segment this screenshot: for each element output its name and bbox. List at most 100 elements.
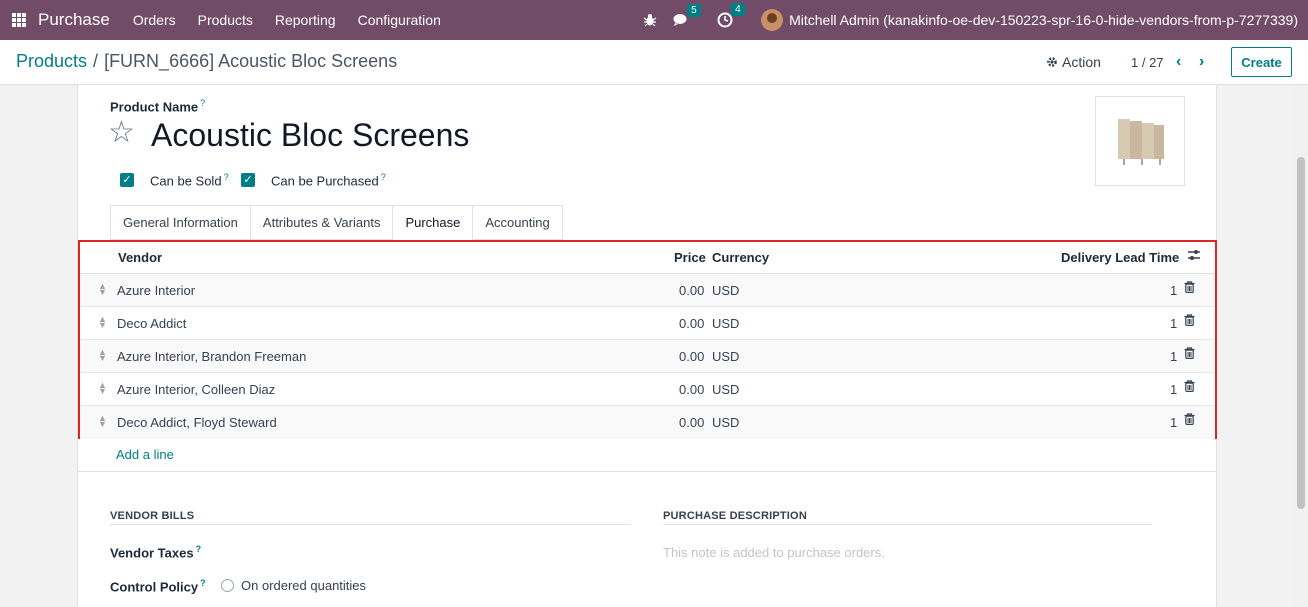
can-be-sold-label: Can be Sold? [150, 172, 229, 189]
control-policy-option-label: On ordered quantities [241, 578, 367, 593]
price-cell[interactable]: 0.00 [679, 316, 704, 331]
breadcrumb: Products / [FURN_6666] Acoustic Bloc Scree… [16, 51, 397, 72]
optional-columns-icon[interactable] [1187, 249, 1201, 264]
vendor-cell[interactable]: Azure Interior, Brandon Freeman [117, 349, 306, 364]
table-header: Vendor Price Currency Delivery Lead Time [80, 242, 1215, 274]
lead-time-cell[interactable]: 1 [1170, 382, 1177, 397]
vendor-bills-section-title: VENDOR BILLS [110, 510, 195, 522]
menu-configuration[interactable]: Configuration [358, 12, 441, 28]
menu-products[interactable]: Products [198, 12, 253, 28]
scrollbar-thumb[interactable] [1297, 157, 1305, 509]
pager-previous-icon[interactable]: ‹ [1176, 53, 1181, 71]
can-be-purchased-checkbox[interactable]: ✓ [241, 173, 255, 187]
avatar[interactable] [761, 9, 784, 31]
vendor-pricelist-table: Vendor Price Currency Delivery Lead Time… [78, 240, 1217, 439]
table-row[interactable]: ▲ ▼ Azure Interior 0.00 USD 1 [80, 274, 1215, 307]
table-row[interactable]: ▲ ▼ Deco Addict, Floyd Steward 0.00 USD 1 [80, 406, 1215, 439]
vendor-cell[interactable]: Deco Addict [117, 316, 186, 331]
breadcrumb-products-link[interactable]: Products [16, 51, 87, 71]
help-tooltip-icon[interactable]: ? [381, 172, 386, 182]
control-panel: Products / [FURN_6666] Acoustic Bloc Scree… [0, 40, 1308, 85]
apps-menu-icon[interactable] [12, 13, 26, 27]
trash-icon[interactable] [1184, 281, 1195, 296]
drag-handle-icon[interactable]: ▲ ▼ [98, 414, 107, 429]
tab-purchase[interactable]: Purchase [393, 205, 474, 240]
control-policy-radio-ordered[interactable] [221, 579, 234, 592]
drag-handle-icon[interactable]: ▲ ▼ [98, 315, 107, 330]
purchase-description-divider [663, 524, 1152, 525]
trash-icon[interactable] [1184, 314, 1195, 329]
product-name-field[interactable]: Acoustic Bloc Screens [151, 115, 469, 155]
pager-next-icon[interactable]: › [1199, 53, 1204, 71]
column-header-currency[interactable]: Currency [712, 250, 769, 265]
form-sheet: Product Name? ☆ Acoustic Bloc Screens ✓ … [77, 85, 1217, 607]
section-divider [78, 471, 1217, 472]
lead-time-cell[interactable]: 1 [1170, 283, 1177, 298]
table-row[interactable]: ▲ ▼ Deco Addict 0.00 USD 1 [80, 307, 1215, 340]
lead-time-cell[interactable]: 1 [1170, 349, 1177, 364]
notebook-tabs: General Information Attributes & Variant… [110, 205, 563, 240]
vendor-cell[interactable]: Azure Interior, Colleen Diaz [117, 382, 275, 397]
control-policy-label: Control Policy? [110, 578, 206, 595]
lead-time-cell[interactable]: 1 [1170, 415, 1177, 430]
trash-icon[interactable] [1184, 413, 1195, 428]
top-navbar: Purchase Orders Products Reporting Confi… [0, 0, 1308, 40]
activities-badge: 4 [731, 3, 745, 16]
price-cell[interactable]: 0.00 [679, 382, 704, 397]
breadcrumb-separator: / [93, 51, 99, 71]
currency-cell[interactable]: USD [712, 415, 739, 430]
currency-cell[interactable]: USD [712, 316, 739, 331]
app-name[interactable]: Purchase [38, 10, 110, 30]
column-header-price[interactable]: Price [674, 250, 706, 265]
help-tooltip-icon[interactable]: ? [200, 578, 206, 588]
page-scrollbar[interactable] [1294, 85, 1308, 607]
drag-handle-icon[interactable]: ▲ ▼ [98, 348, 107, 363]
action-label: Action [1062, 54, 1101, 70]
drag-handle-icon[interactable]: ▲ ▼ [98, 282, 107, 297]
currency-cell[interactable]: USD [712, 283, 739, 298]
favorite-star-icon[interactable]: ☆ [108, 115, 135, 151]
help-tooltip-icon[interactable]: ? [224, 172, 229, 182]
currency-cell[interactable]: USD [712, 349, 739, 364]
help-tooltip-icon[interactable]: ? [196, 544, 202, 554]
tab-general-information[interactable]: General Information [110, 205, 251, 240]
add-line-link[interactable]: Add a line [116, 447, 174, 462]
vendor-cell[interactable]: Deco Addict, Floyd Steward [117, 415, 277, 430]
menu-orders[interactable]: Orders [133, 12, 176, 28]
purchase-description-section-title: PURCHASE DESCRIPTION [663, 510, 807, 522]
vendor-bills-divider [110, 524, 631, 525]
product-name-label: Product Name? [110, 98, 206, 115]
lead-time-cell[interactable]: 1 [1170, 316, 1177, 331]
bug-icon[interactable] [643, 13, 657, 27]
messages-badge: 5 [687, 4, 701, 17]
product-image[interactable] [1095, 96, 1185, 186]
pager-value[interactable]: 1 / 27 [1131, 55, 1164, 70]
trash-icon[interactable] [1184, 347, 1195, 362]
drag-handle-icon[interactable]: ▲ ▼ [98, 381, 107, 396]
column-header-vendor[interactable]: Vendor [118, 250, 162, 265]
menu-reporting[interactable]: Reporting [275, 12, 336, 28]
clock-icon[interactable]: 4 [717, 3, 745, 28]
user-menu[interactable]: Mitchell Admin (kanakinfo-oe-dev-150223-… [789, 12, 1298, 28]
purchase-description-field[interactable]: This note is added to purchase orders. [663, 545, 885, 560]
tab-attributes-variants[interactable]: Attributes & Variants [250, 205, 394, 240]
tab-accounting[interactable]: Accounting [473, 205, 563, 240]
price-cell[interactable]: 0.00 [679, 283, 704, 298]
table-row[interactable]: ▲ ▼ Azure Interior, Brandon Freeman 0.00 … [80, 340, 1215, 373]
action-button[interactable]: Action [1046, 54, 1101, 70]
price-cell[interactable]: 0.00 [679, 349, 704, 364]
currency-cell[interactable]: USD [712, 382, 739, 397]
vendor-cell[interactable]: Azure Interior [117, 283, 195, 298]
vendor-taxes-label: Vendor Taxes? [110, 544, 202, 561]
can-be-sold-checkbox[interactable]: ✓ [120, 173, 134, 187]
create-button[interactable]: Create [1231, 47, 1292, 77]
price-cell[interactable]: 0.00 [679, 415, 704, 430]
chat-icon[interactable]: 5 [673, 4, 701, 27]
trash-icon[interactable] [1184, 380, 1195, 395]
table-row[interactable]: ▲ ▼ Azure Interior, Colleen Diaz 0.00 USD… [80, 373, 1215, 406]
can-be-purchased-label: Can be Purchased? [271, 172, 386, 189]
breadcrumb-current: [FURN_6666] Acoustic Bloc Screens [104, 51, 398, 71]
help-tooltip-icon[interactable]: ? [200, 98, 205, 108]
column-header-delivery-lead-time[interactable]: Delivery Lead Time [1061, 250, 1179, 265]
navbar-systray: 5 4 Mitchell Admin (kanakinfo-oe-dev-150… [627, 0, 1298, 40]
